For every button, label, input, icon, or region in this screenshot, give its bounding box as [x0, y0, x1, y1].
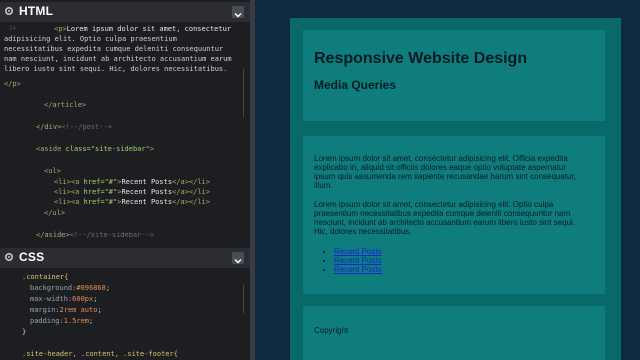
sidebar-list: Recent Posts Recent Posts Recent Posts: [314, 247, 382, 274]
code-line: <li><a href="#">Recent Posts</a></li>: [54, 188, 210, 196]
css-pane-header: CSS: [0, 248, 250, 268]
code-line: necessitatibus expedita cumque deleniti …: [4, 45, 224, 53]
chevron-down-icon: [234, 12, 242, 18]
recent-posts-link[interactable]: Recent Posts: [334, 256, 382, 265]
code-line: background:#096868;: [30, 284, 111, 292]
code-line: nam nesciunt, incidunt ab architecto acc…: [4, 55, 232, 63]
gear-icon[interactable]: [4, 252, 14, 262]
paragraph: Lorem ipsum dolor sit amet, consectetur …: [314, 200, 576, 236]
chevron-down-icon: [234, 258, 242, 264]
code-line: <li><a href="#">Recent Posts</a></li>: [54, 178, 210, 186]
html-code-editor[interactable]: 24 <p>Lorem ipsum dolor sit amet, consec…: [0, 24, 244, 240]
recent-posts-link[interactable]: Recent Posts: [334, 265, 382, 274]
css-pane-title: CSS: [19, 250, 45, 264]
code-line: <li><a href="#">Recent Posts</a></li>: [54, 198, 210, 206]
preview-pane: Responsive Website Design Media Queries …: [255, 0, 640, 360]
code-line: <aside class="site-sidebar">: [36, 145, 155, 153]
html-pane-collapse-button[interactable]: [232, 6, 244, 18]
editor-panes: HTML 24 <p>Lorem ipsum dolor sit amet, c…: [0, 0, 250, 360]
copyright-text: Copyright: [314, 326, 349, 335]
list-item: Recent Posts: [334, 265, 382, 274]
code-line: adipisicing elit. Optio culpa praesentiu…: [4, 35, 177, 43]
code-line: </article>: [44, 101, 87, 109]
code-line: }: [22, 328, 27, 336]
code-line: .container{: [22, 273, 69, 281]
html-editor-scrollbar[interactable]: [243, 68, 244, 118]
code-line: max-width:600px;: [30, 295, 98, 303]
css-editor-scrollbar[interactable]: [243, 284, 244, 314]
code-line: <ul>: [44, 167, 61, 175]
site-header: Responsive Website Design Media Queries: [303, 30, 605, 121]
code-line: padding:1.5rem;: [30, 317, 94, 325]
code-line: </ul>: [44, 209, 66, 217]
code-line: <p>Lorem ipsum dolor sit amet, consectet…: [54, 25, 232, 33]
page-title: Responsive Website Design: [314, 50, 528, 67]
container: Responsive Website Design Media Queries …: [290, 18, 621, 360]
line-number: 24: [8, 25, 16, 32]
code-line: </div><!--/post-->: [36, 123, 112, 131]
code-line: </p>: [4, 80, 21, 88]
list-item: Recent Posts: [334, 256, 382, 265]
code-line: </aside><!--/site-sidebar-->: [36, 231, 155, 239]
content-section: Lorem ipsum dolor sit amet, consectetur …: [303, 136, 605, 294]
code-line: .site-header, .content, .site-footer{: [22, 350, 178, 358]
page-subtitle: Media Queries: [314, 78, 397, 92]
site-footer: Copyright: [303, 306, 605, 360]
code-line: libero iusto sint sequi. Hic, dolores ne…: [4, 65, 228, 73]
css-pane-collapse-button[interactable]: [232, 252, 244, 264]
html-pane-header: HTML: [0, 2, 250, 22]
css-code-editor[interactable]: .container{ background:#096868; max-widt…: [0, 270, 244, 360]
paragraph: Lorem ipsum dolor sit amet, consectetur …: [314, 154, 576, 190]
recent-posts-link[interactable]: Recent Posts: [334, 247, 382, 256]
list-item: Recent Posts: [334, 247, 382, 256]
gear-icon[interactable]: [4, 6, 14, 16]
code-line: margin:2rem auto;: [30, 306, 102, 314]
html-pane-title: HTML: [19, 4, 54, 18]
